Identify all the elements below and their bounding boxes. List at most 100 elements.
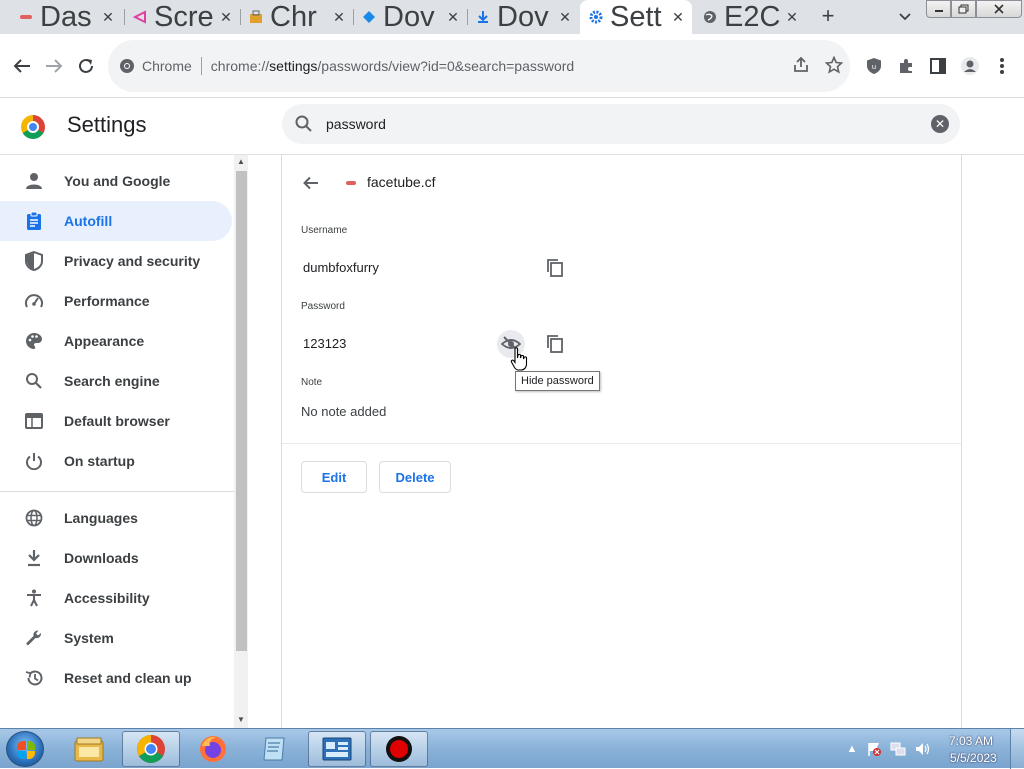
new-tab-button[interactable]: +	[816, 4, 840, 28]
clear-search-icon[interactable]: ✕	[931, 115, 949, 133]
action-center-flag-icon[interactable]	[866, 741, 882, 757]
back-arrow-icon[interactable]	[10, 54, 34, 78]
tab-2[interactable]: Scre ✕	[124, 0, 240, 34]
profile-avatar-icon[interactable]	[958, 54, 982, 78]
username-label: Username	[301, 225, 348, 236]
sidebar-item-default-browser[interactable]: Default browser	[0, 401, 232, 441]
sidebar-item-label: Performance	[64, 293, 150, 309]
notepad-icon[interactable]	[246, 731, 304, 767]
sidebar-item-on-startup[interactable]: On startup	[0, 441, 232, 481]
sidebar-item-languages[interactable]: Languages	[0, 498, 232, 538]
tab-title: Chr	[270, 1, 317, 33]
chrome-taskbar-icon[interactable]	[122, 731, 180, 767]
settings-sidebar: You and Google Autofill Privacy and secu…	[0, 155, 234, 728]
start-button[interactable]	[6, 731, 44, 767]
download-icon	[475, 9, 491, 25]
forward-arrow-icon[interactable]	[42, 54, 66, 78]
clock-date[interactable]: 5/5/2023	[950, 751, 997, 765]
reload-icon[interactable]	[74, 54, 98, 78]
diamond-icon	[361, 9, 377, 25]
sidebar-item-search-engine[interactable]: Search engine	[0, 361, 232, 401]
sidebar-item-label: Reset and clean up	[64, 670, 192, 686]
globe-icon	[24, 508, 44, 528]
settings-search-input[interactable]: password ✕	[282, 104, 960, 144]
tab-1[interactable]: Das ✕	[10, 0, 122, 34]
address-bar[interactable]: Chrome chrome://settings/passwords/view?…	[108, 40, 850, 92]
password-detail-card: facetube.cf Username dumbfoxfurry Passwo…	[281, 155, 962, 728]
close-icon[interactable]: ✕	[100, 9, 116, 26]
copy-password-button[interactable]	[541, 330, 569, 358]
tab-title: Das	[40, 1, 92, 33]
show-desktop-button[interactable]	[1010, 729, 1024, 769]
scroll-up-arrow-icon[interactable]: ▲	[237, 157, 245, 166]
tab-3[interactable]: Chr ✕	[240, 0, 353, 34]
more-menu-icon[interactable]	[990, 54, 1014, 78]
wrench-icon	[24, 628, 44, 648]
close-icon[interactable]: ✕	[670, 9, 686, 26]
password-value: 123123	[303, 336, 347, 351]
file-explorer-icon[interactable]	[60, 731, 118, 767]
copy-icon	[547, 335, 563, 353]
tab-search-chevron-icon[interactable]	[894, 6, 916, 28]
sidebar-item-accessibility[interactable]: Accessibility	[0, 578, 232, 618]
side-panel-icon[interactable]	[926, 54, 950, 78]
search-query[interactable]: password	[326, 116, 386, 132]
delete-button[interactable]: Delete	[379, 461, 451, 493]
globe-icon	[702, 9, 718, 25]
browser-toolbar: Chrome chrome://settings/passwords/view?…	[0, 34, 1024, 98]
sidebar-item-label: Appearance	[64, 333, 145, 349]
share-icon[interactable]	[790, 54, 812, 76]
tab-settings[interactable]: Sett ✕	[580, 0, 692, 34]
copy-username-button[interactable]	[541, 254, 569, 282]
extensions-puzzle-icon[interactable]	[894, 54, 918, 78]
ublock-shield-icon[interactable]: u	[862, 54, 886, 78]
record-icon[interactable]	[370, 731, 428, 767]
network-icon[interactable]	[890, 741, 906, 757]
tab-title: Sett	[610, 1, 662, 33]
username-value: dumbfoxfurry	[303, 260, 379, 275]
firefox-icon[interactable]	[184, 731, 242, 767]
sidebar-item-appearance[interactable]: Appearance	[0, 321, 232, 361]
restore-button[interactable]	[951, 0, 976, 18]
scroll-thumb[interactable]	[236, 171, 247, 651]
edit-button[interactable]: Edit	[301, 461, 367, 493]
person-icon	[24, 171, 44, 191]
close-icon[interactable]: ✕	[218, 9, 234, 26]
sidebar-item-reset[interactable]: Reset and clean up	[0, 658, 232, 698]
volume-icon[interactable]	[914, 741, 930, 757]
sidebar-item-privacy[interactable]: Privacy and security	[0, 241, 232, 281]
sidebar-item-performance[interactable]: Performance	[0, 281, 232, 321]
close-icon[interactable]: ✕	[557, 9, 573, 26]
omnibox-divider	[200, 57, 202, 75]
scroll-down-arrow-icon[interactable]: ▼	[237, 715, 245, 724]
close-icon[interactable]: ✕	[331, 9, 347, 26]
sidebar-item-system[interactable]: System	[0, 618, 232, 658]
sidebar-item-you-and-google[interactable]: You and Google	[0, 161, 232, 201]
close-icon[interactable]: ✕	[445, 9, 461, 26]
page-title: Settings	[67, 112, 147, 137]
hide-password-tooltip: Hide password	[515, 371, 600, 391]
browser-window-icon	[24, 411, 44, 431]
sidebar-item-autofill[interactable]: Autofill	[0, 201, 232, 241]
minimize-button[interactable]	[926, 0, 951, 18]
tab-7[interactable]: E2C ✕	[694, 0, 806, 34]
windows-logo-icon	[17, 741, 35, 759]
search-icon	[24, 371, 44, 391]
site-favicon-icon	[346, 181, 356, 185]
card-divider	[282, 443, 961, 444]
url-text[interactable]: chrome://settings/passwords/view?id=0&se…	[211, 58, 574, 74]
close-icon[interactable]: ✕	[784, 9, 800, 26]
tab-5[interactable]: Dov ✕	[467, 0, 579, 34]
chrome-site-icon[interactable]	[118, 57, 136, 75]
sidebar-item-downloads[interactable]: Downloads	[0, 538, 232, 578]
show-hidden-icons-arrow-icon[interactable]: ▲	[844, 741, 860, 757]
tab-4[interactable]: Dov ✕	[353, 0, 467, 34]
tab-title: E2C	[724, 1, 781, 33]
screen-icon	[132, 9, 148, 25]
bookmark-star-icon[interactable]	[823, 54, 845, 76]
clock-time[interactable]: 7:03 AM	[949, 734, 993, 748]
window-close-button[interactable]	[976, 0, 1022, 18]
sidebar-scrollbar[interactable]: ▲ ▼	[234, 155, 248, 728]
control-panel-icon[interactable]	[308, 731, 366, 767]
back-arrow-button[interactable]	[299, 171, 323, 195]
